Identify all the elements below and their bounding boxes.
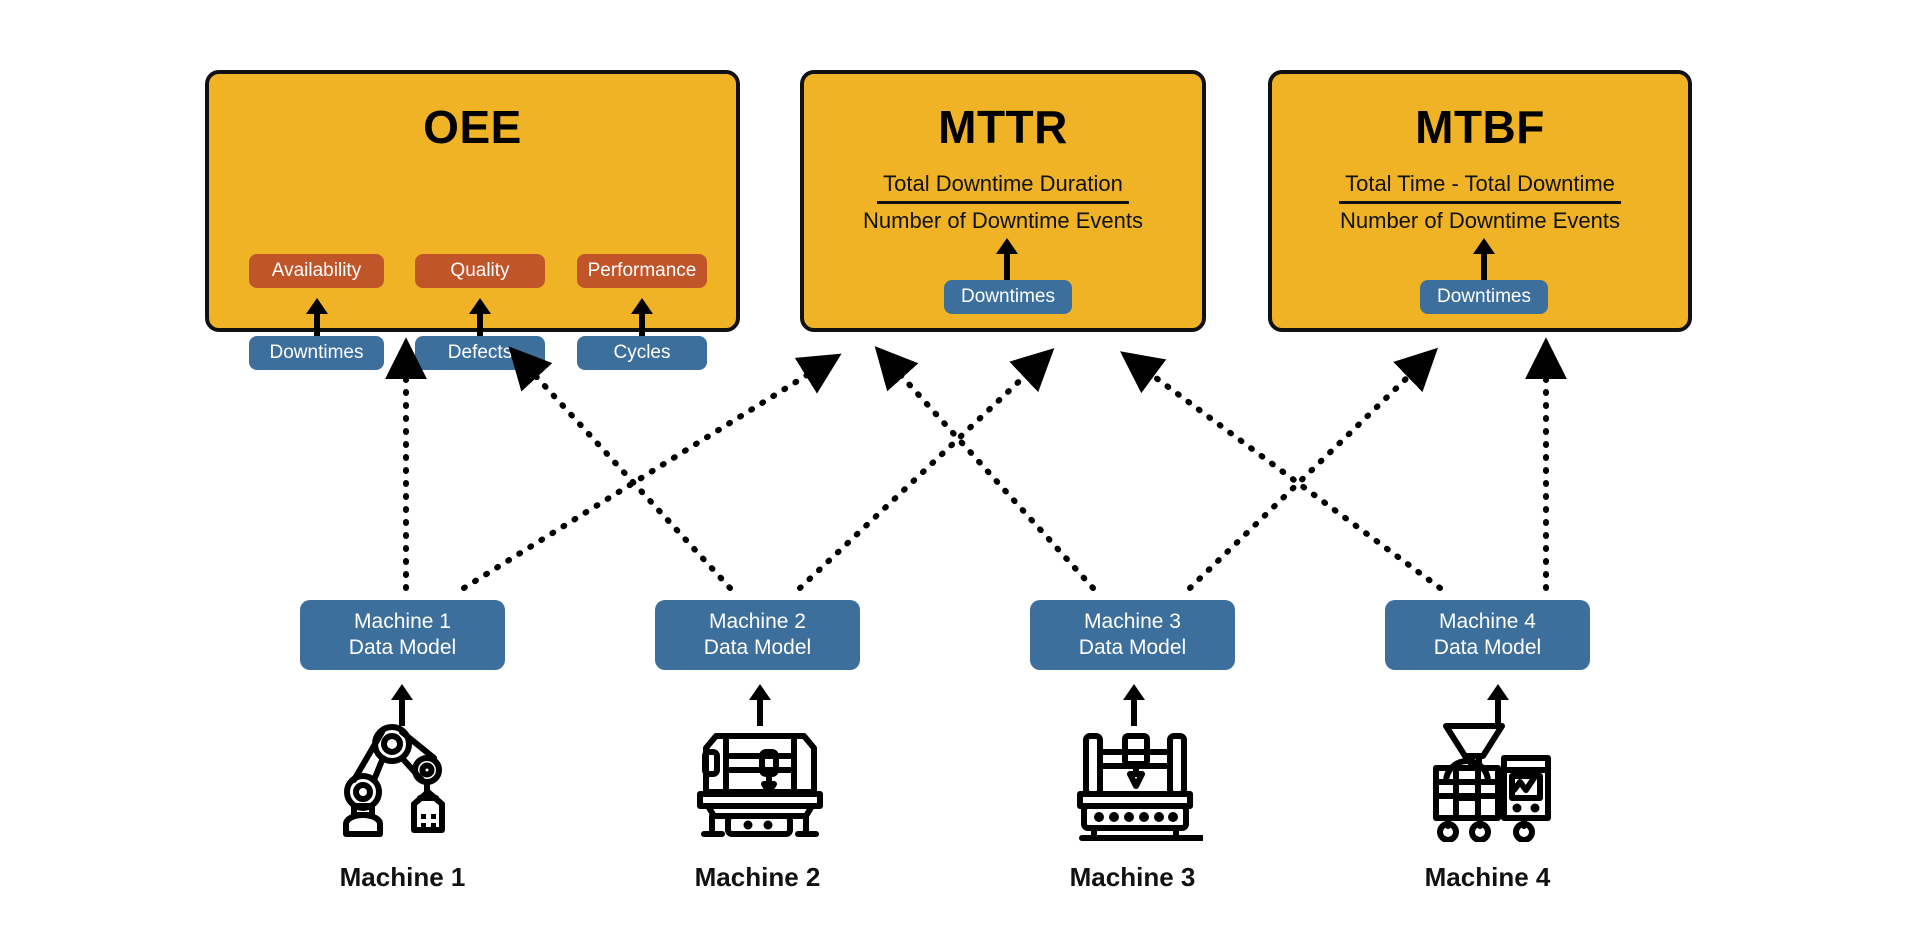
arrow-shaft — [639, 312, 645, 338]
connector-machine2-to-oee — [508, 346, 733, 591]
machine-3-model-line2: Data Model — [1078, 636, 1187, 659]
oee-metric-performance[interactable]: Performance — [577, 254, 707, 288]
machine-1-label: Machine 1 — [339, 862, 466, 892]
mttr-denominator: Number of Downtime Events — [863, 208, 1143, 233]
oee-arrow-availability — [249, 298, 384, 338]
arrow-shaft — [313, 312, 320, 338]
machine-2-data-model-box[interactable]: Machine 2 Data Model — [655, 600, 860, 670]
connector-machine3-to-mttr — [874, 346, 1096, 591]
diagram-canvas: OEE Availability Downtimes Quality Defec… — [0, 0, 1907, 941]
mttr-formula: Total Downtime Duration Number of Downti… — [804, 169, 1202, 236]
kpi-card-oee[interactable]: OEE Availability Downtimes Quality Defec… — [205, 70, 740, 370]
machine-4-label: Machine 4 — [1424, 862, 1551, 892]
oee-source-downtimes[interactable]: Downtimes — [249, 336, 384, 370]
mtbf-formula: Total Time - Total Downtime Number of Do… — [1272, 169, 1688, 236]
oee-source-cycles[interactable]: Cycles — [577, 336, 707, 370]
kpi-card-mttr[interactable]: MTTR Total Downtime Duration Number of D… — [800, 70, 1206, 332]
connector-machine3-to-mtbf — [1187, 347, 1438, 591]
connector-machine2-to-mttr — [797, 348, 1055, 591]
arrow-shaft — [1481, 252, 1487, 280]
machine-2-model-line1: Machine 2 — [709, 610, 806, 633]
machine-3-label: Machine 3 — [1069, 862, 1196, 892]
oee-arrow-performance — [577, 298, 707, 338]
oee-metric-quality[interactable]: Quality — [415, 254, 545, 288]
mtbf-arrow-downtimes — [1272, 238, 1696, 280]
connector-machine1-to-mttr — [461, 353, 842, 591]
machine-4-data-model-box[interactable]: Machine 4 Data Model — [1385, 600, 1590, 670]
machine-3-icon-wrap — [1068, 722, 1205, 842]
oee-arrow-quality — [415, 298, 545, 338]
machine-4-model-line2: Data Model — [1433, 636, 1542, 659]
mtbf-numerator: Total Time - Total Downtime — [1339, 169, 1621, 204]
kpi-card-oee-title: OEE — [423, 101, 522, 153]
kpi-card-mtbf-title: MTBF — [1415, 101, 1545, 153]
machine-2-icon-wrap — [690, 722, 830, 842]
machine-2-label: Machine 2 — [694, 862, 821, 892]
kpi-card-mttr-title: MTTR — [938, 101, 1068, 153]
connector-machine4-to-mttr — [1120, 351, 1443, 591]
kpi-card-mtbf[interactable]: MTBF Total Time - Total Downtime Number … — [1268, 70, 1692, 332]
mtbf-denominator: Number of Downtime Events — [1340, 208, 1620, 233]
machine-1-icon-wrap — [330, 722, 475, 842]
arrow-shaft — [1004, 252, 1010, 280]
machine-4-model-line1: Machine 4 — [1439, 610, 1536, 633]
mttr-numerator: Total Downtime Duration — [877, 169, 1129, 204]
injection-molding-machine-icon — [1433, 723, 1551, 843]
machine-4-icon-wrap — [1428, 718, 1558, 843]
machine-2-model-line2: Data Model — [703, 636, 812, 659]
machine-1-data-model-box[interactable]: Machine 1 Data Model — [300, 600, 505, 670]
machine-1-model-line2: Data Model — [348, 636, 457, 659]
mttr-source-downtimes[interactable]: Downtimes — [944, 280, 1072, 314]
oee-metric-availability[interactable]: Availability — [249, 254, 384, 288]
milling-machine-icon — [697, 733, 823, 837]
machine-3-model-line1: Machine 3 — [1084, 610, 1181, 633]
oee-source-defects[interactable]: Defects — [415, 336, 545, 370]
mtbf-source-downtimes[interactable]: Downtimes — [1420, 280, 1548, 314]
machine-3-to-model-arrow — [1102, 684, 1166, 726]
robot-arm-icon — [343, 724, 445, 837]
arrow-shaft — [477, 312, 483, 338]
cnc-gantry-machine-icon — [1077, 733, 1205, 841]
machine-3-data-model-box[interactable]: Machine 3 Data Model — [1030, 600, 1235, 670]
machine-2-to-model-arrow — [728, 684, 792, 726]
machine-1-model-line1: Machine 1 — [354, 610, 451, 633]
mttr-arrow-downtimes — [804, 238, 1210, 280]
machine-1-to-model-arrow — [370, 684, 434, 726]
